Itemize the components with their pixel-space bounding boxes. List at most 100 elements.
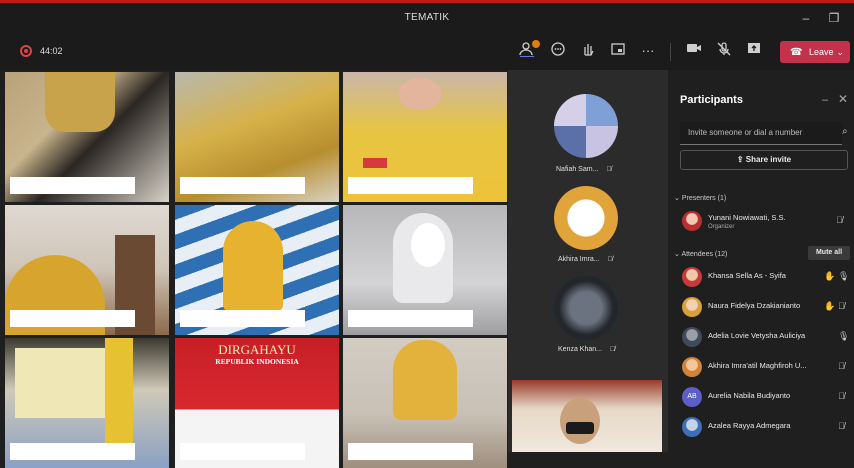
video-tile[interactable] [5, 338, 169, 468]
presenters-header[interactable]: ⌄ Presenters (1) [674, 194, 726, 202]
attendee-row[interactable]: Adelia Lovie Vetysha Auliciya 🎙 [682, 326, 850, 348]
mic-off-icon: 🎙̸ [838, 361, 845, 371]
banner-title: DIRGAHAYU [218, 342, 296, 357]
banner-subtitle: REPUBLIK INDONESIA [215, 357, 299, 366]
attendee-row[interactable]: AB Aurelia Nabila Budiyanto 🎙̸ [682, 386, 850, 408]
mic-off-icon[interactable] [714, 41, 734, 61]
name-label-redacted [348, 310, 473, 327]
avatar [682, 267, 702, 287]
participant-name: Adelia Lovie Vetysha Auliciya [708, 331, 806, 340]
camera-icon[interactable] [684, 41, 704, 61]
participant-role: Organizer [708, 224, 735, 230]
video-tile[interactable]: DIRGAHAYU REPUBLIK INDONESIA [175, 338, 339, 468]
minimize-button[interactable]: – [796, 9, 816, 27]
face-blur [411, 223, 445, 267]
mic-off-icon: 🎙̸ [838, 391, 845, 401]
chevron-down-icon: ⌄ [674, 195, 680, 202]
avatar [682, 297, 702, 317]
video-tile[interactable] [343, 205, 507, 335]
participant-name: Akhira Imra'atil Maghfiroh U... [708, 361, 807, 370]
name-label-redacted [180, 177, 305, 194]
participant-name: Akhira Imra... 🎙̸ [558, 256, 613, 263]
meeting-toolbar: 44:02 ··· ☎ Leave ⌄ [0, 34, 854, 70]
yellow-banner [105, 338, 133, 450]
face-mask [566, 422, 594, 434]
recording-icon [20, 45, 32, 57]
mic-off-icon: 🎙̸ [606, 166, 612, 173]
attendee-row[interactable]: Azalea Rayya Admegara 🎙̸ [682, 416, 850, 438]
chevron-down-icon: ⌄ [836, 47, 844, 57]
phone-hangup-icon: ☎ [790, 47, 803, 58]
participant-face [560, 398, 600, 444]
poster [15, 348, 105, 418]
video-tile[interactable] [343, 72, 507, 202]
share-icon[interactable] [744, 41, 764, 61]
leave-label: Leave [808, 47, 834, 57]
participant-name: Kenza Khan... 🎙̸ [558, 346, 616, 353]
video-tile[interactable] [343, 338, 507, 468]
participant-video [45, 72, 115, 132]
participant-name: Azalea Rayya Admegara [708, 421, 791, 430]
people-icon[interactable] [518, 40, 540, 61]
invite-placeholder: Invite someone or dial a number [688, 128, 803, 137]
name-label-redacted [348, 177, 473, 194]
popout-icon[interactable]: – [822, 94, 828, 106]
participant-avatar[interactable] [554, 276, 618, 340]
mic-off-icon: 🎙̸ [607, 256, 613, 263]
video-tile[interactable] [5, 205, 169, 335]
participants-panel: Participants – ✕ Invite someone or dial … [672, 70, 854, 452]
notification-badge [532, 40, 540, 48]
badge-patch [363, 158, 387, 168]
search-icon[interactable]: ⌕ [842, 126, 848, 137]
mute-all-button[interactable]: Mute all [808, 246, 850, 260]
share-invite-label: Share invite [745, 155, 792, 164]
meeting-timer: 44:02 [40, 46, 63, 56]
maximize-button[interactable]: ❐ [824, 9, 844, 27]
participant-avatar[interactable] [554, 186, 618, 250]
participant-name: Nafiah Sam... 🎙̸ [556, 166, 612, 173]
attendee-row[interactable]: Naura Fidelya Dzakianianto ✋ 🎙̸ [682, 296, 850, 318]
chat-icon[interactable] [548, 41, 568, 61]
raised-hand-icon: ✋ [824, 271, 836, 281]
attendees-header[interactable]: ⌄ Attendees (12) [674, 250, 727, 258]
name-label-redacted [10, 177, 135, 194]
close-icon[interactable]: ✕ [838, 92, 848, 106]
participant-avatar[interactable] [554, 94, 618, 158]
avatar [682, 211, 702, 231]
raise-hand-icon[interactable] [578, 41, 598, 61]
mic-off-icon: 🎙̸ [838, 421, 845, 431]
rooms-icon[interactable] [608, 41, 628, 61]
avatar [682, 417, 702, 437]
title-bar: TEMATIK – ❐ [0, 0, 854, 34]
toolbar-divider [670, 43, 671, 61]
video-tile[interactable] [175, 205, 339, 335]
invite-input[interactable]: Invite someone or dial a number [680, 122, 842, 145]
presenter-row[interactable]: Yunani Nowiawati, S.S. Organizer 🎙̸ [682, 210, 850, 232]
attendee-row[interactable]: Akhira Imra'atil Maghfiroh U... 🎙̸ [682, 356, 850, 378]
video-grid: DIRGAHAYU REPUBLIK INDONESIA [5, 72, 508, 468]
participant-name: Yunani Nowiawati, S.S. [708, 213, 786, 222]
chevron-down-icon: ⌄ [674, 251, 680, 258]
raised-hand-icon: ✋ [824, 301, 836, 311]
avatar: AB [682, 387, 702, 407]
leave-button[interactable]: ☎ Leave ⌄ [780, 41, 850, 63]
name-label-redacted [180, 310, 305, 327]
mic-off-icon: 🎙̸ [838, 301, 845, 311]
mic-icon: 🎙 [838, 331, 850, 341]
more-icon[interactable]: ··· [638, 41, 658, 61]
mic-off-icon: 🎙̸ [609, 346, 616, 353]
share-invite-button[interactable]: ⇪ Share invite [680, 150, 848, 170]
panel-title: Participants [680, 94, 743, 106]
participant-video [393, 340, 457, 420]
self-view-video[interactable] [512, 380, 662, 452]
video-tile[interactable] [5, 72, 169, 202]
participant-video [223, 221, 283, 311]
avatar [682, 327, 702, 347]
window-title: TEMATIK [404, 12, 450, 23]
participant-name: Naura Fidelya Dzakianianto [708, 301, 801, 310]
attendee-row[interactable]: Khansa Sella As - Syifa ✋ 🎙 [682, 266, 850, 288]
overflow-participants: Nafiah Sam... 🎙̸ Akhira Imra... 🎙̸ Kenza… [508, 70, 668, 452]
name-label-redacted [10, 310, 135, 327]
video-tile[interactable] [175, 72, 339, 202]
participant-name: Khansa Sella As - Syifa [708, 271, 786, 280]
